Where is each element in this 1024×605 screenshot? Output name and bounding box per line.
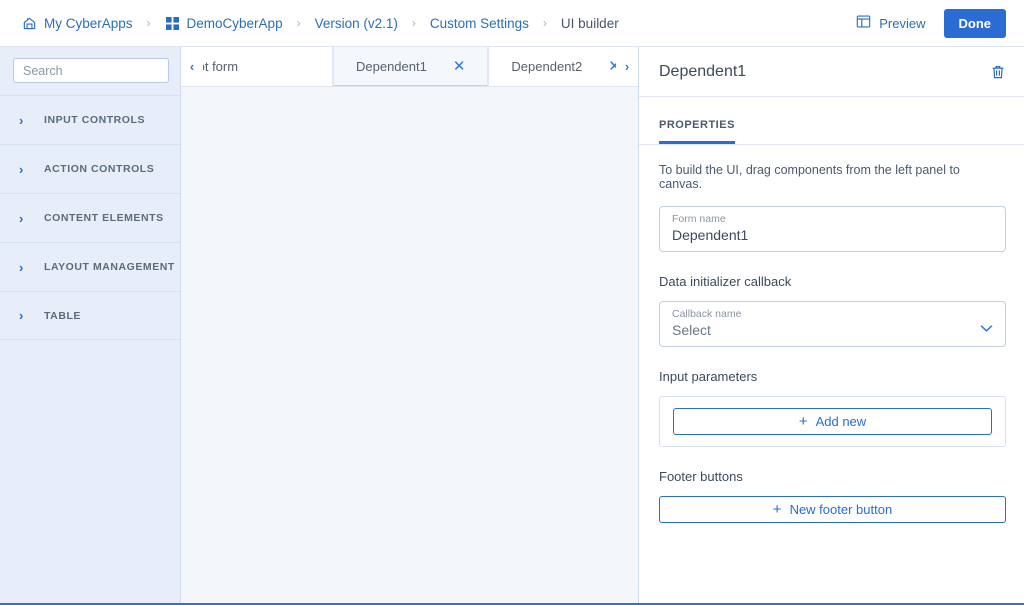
panel-tabs: PROPERTIES <box>639 97 1024 145</box>
breadcrumb-item-label: Custom Settings <box>429 15 529 31</box>
home-building-icon <box>22 16 37 31</box>
tab-root-form[interactable]: Root form <box>203 47 333 86</box>
breadcrumb-separator: › <box>411 16 416 30</box>
build-hint-text: To build the UI, drag components from th… <box>659 163 960 191</box>
tab-label: Dependent2 <box>511 59 583 74</box>
palette-category-label: ACTION CONTROLS <box>44 163 155 175</box>
tab-dependent1[interactable]: Dependent1 ✕ <box>333 47 489 86</box>
tabbar-scroll-left-button[interactable]: ‹ <box>181 47 203 86</box>
close-icon[interactable]: ✕ <box>453 59 466 74</box>
panel-title-row: Dependent1 <box>639 47 1024 97</box>
done-button[interactable]: Done <box>943 8 1006 38</box>
chevron-right-icon: › <box>19 210 24 226</box>
callback-name-label: Callback name <box>672 308 742 320</box>
preview-button-label: Preview <box>879 15 926 31</box>
tab-label: Root form <box>203 59 239 74</box>
add-new-parameter-label: Add new <box>815 414 867 429</box>
new-footer-button-button[interactable]: + New footer button <box>659 496 1006 523</box>
panel-title: Dependent1 <box>659 62 747 80</box>
palette-category-label: INPUT CONTROLS <box>44 114 146 126</box>
input-parameters-section-label: Input parameters <box>659 369 758 384</box>
search-input[interactable] <box>23 63 184 78</box>
form-canvas[interactable] <box>181 87 638 603</box>
add-new-parameter-button[interactable]: + Add new <box>673 408 992 435</box>
properties-panel: Preview Done Dependent1 PROPERTIES To bu… <box>639 0 1024 603</box>
ui-builder-app: My CyberApps › DemoCyberApp › Version (v… <box>0 0 1024 605</box>
breadcrumb-separator: › <box>296 16 301 30</box>
body-row: › INPUT CONTROLS › ACTION CONTROLS › CON… <box>0 0 1024 603</box>
breadcrumb-item-custom-settings[interactable]: Custom Settings <box>430 16 529 31</box>
breadcrumb-item-label: Version (v2.1) <box>314 15 398 31</box>
search-box[interactable] <box>13 58 197 83</box>
chevron-right-icon: › <box>19 112 24 128</box>
grid-apps-icon <box>165 16 180 31</box>
form-tabbar: ‹ Root form Dependent1 ✕ Dependent2 ✕ › <box>181 47 638 87</box>
form-name-label: Form name <box>672 213 726 225</box>
input-parameters-container: + Add new <box>659 396 1006 447</box>
chevron-right-icon: › <box>19 161 24 177</box>
chevron-down-icon[interactable] <box>980 322 993 336</box>
palette-category-label: LAYOUT MANAGEMENT <box>44 261 175 273</box>
palette-category-table[interactable]: › TABLE <box>0 291 180 340</box>
breadcrumb-item-label: DemoCyberApp <box>186 15 283 31</box>
panel-content: To build the UI, drag components from th… <box>639 145 1024 603</box>
form-name-field[interactable]: Form name <box>659 206 1006 252</box>
callback-name-field-inner: Callback name Select <box>672 308 980 338</box>
tab-properties[interactable]: PROPERTIES <box>659 119 735 144</box>
callback-name-select[interactable]: Callback name Select <box>659 301 1006 347</box>
plus-icon: + <box>798 413 808 430</box>
palette-category-layout-management[interactable]: › LAYOUT MANAGEMENT <box>0 242 180 291</box>
tabbar-scroll-right-button[interactable]: › <box>616 47 638 86</box>
panel-toolbar: Preview Done <box>639 0 1024 47</box>
callback-name-value: Select <box>672 322 711 338</box>
form-name-field-inner: Form name <box>672 213 993 243</box>
data-initializer-section-label: Data initializer callback <box>659 274 792 289</box>
preview-button[interactable]: Preview <box>856 14 926 32</box>
footer-buttons-section-label: Footer buttons <box>659 469 743 484</box>
breadcrumb-separator: › <box>146 16 151 30</box>
form-name-input[interactable] <box>672 227 993 243</box>
palette-category-label: CONTENT ELEMENTS <box>44 212 164 224</box>
breadcrumb-item-ui-builder: UI builder <box>561 16 619 31</box>
palette-category-content-elements[interactable]: › CONTENT ELEMENTS <box>0 193 180 242</box>
plus-icon: + <box>772 501 782 518</box>
tab-label: Dependent1 <box>356 58 427 74</box>
tab-dependent2[interactable]: Dependent2 ✕ <box>488 47 616 86</box>
breadcrumb-item-my-cyberapps[interactable]: My CyberApps <box>22 16 133 31</box>
component-palette-sidebar: › INPUT CONTROLS › ACTION CONTROLS › CON… <box>0 47 197 603</box>
preview-layout-icon <box>856 14 871 32</box>
canvas-column: ‹ Root form Dependent1 ✕ Dependent2 ✕ › <box>181 47 639 603</box>
breadcrumb-item-version[interactable]: Version (v2.1) <box>315 16 398 31</box>
chevron-right-icon: › <box>19 259 24 275</box>
new-footer-button-label: New footer button <box>789 502 893 517</box>
palette-category-list: › INPUT CONTROLS › ACTION CONTROLS › CON… <box>0 95 180 340</box>
close-icon[interactable]: ✕ <box>608 59 616 74</box>
tab-strip: Root form Dependent1 ✕ Dependent2 ✕ <box>203 47 616 86</box>
palette-category-label: TABLE <box>44 309 81 322</box>
chevron-right-icon: › <box>19 308 24 323</box>
breadcrumb-separator: › <box>542 16 547 30</box>
palette-category-input-controls[interactable]: › INPUT CONTROLS <box>0 95 180 144</box>
palette-category-action-controls[interactable]: › ACTION CONTROLS <box>0 144 180 193</box>
breadcrumb-item-label: My CyberApps <box>44 15 133 31</box>
search-wrapper <box>0 47 197 95</box>
trash-icon[interactable] <box>990 64 1006 80</box>
breadcrumb-item-democyberapp[interactable]: DemoCyberApp <box>165 16 283 31</box>
breadcrumb-item-label: UI builder <box>560 15 619 31</box>
